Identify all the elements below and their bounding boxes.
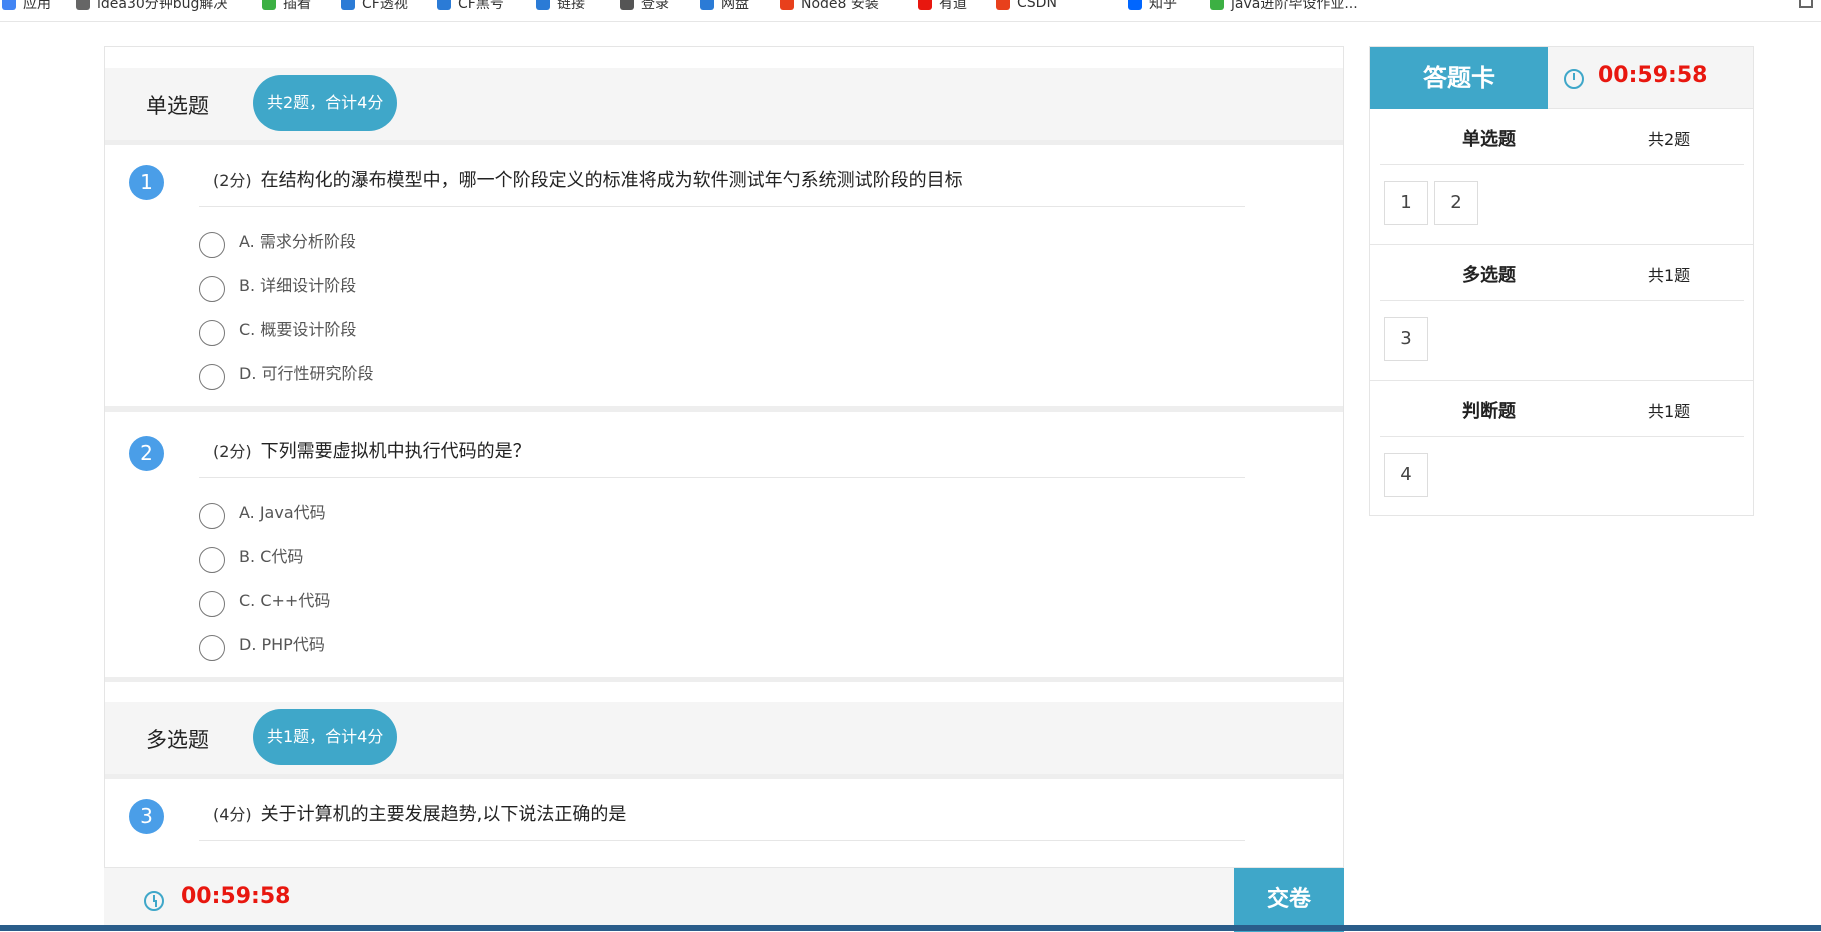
bookmark-item[interactable]: 网盘 xyxy=(700,0,749,12)
bookmark-icon xyxy=(620,0,634,10)
bookmark-icon xyxy=(780,0,794,10)
bookmarks-bar: 应用 idea30分钟bug解决 插看 CF透视 CF黑号 链接 登录 网盘 N… xyxy=(0,0,1821,22)
radio-button[interactable] xyxy=(199,591,225,617)
card-section-multiple-choice: 多选题 共1题 3 xyxy=(1370,245,1753,381)
bookmark-item[interactable]: CF黑号 xyxy=(437,0,504,12)
option-c[interactable]: C. 概要设计阶段 xyxy=(199,313,356,346)
question-score: (2分) xyxy=(213,171,252,190)
bookmark-item[interactable]: 链接 xyxy=(536,0,585,12)
apps-icon xyxy=(2,0,16,10)
option-a[interactable]: A. 需求分析阶段 xyxy=(199,225,356,258)
reading-list-icon[interactable] xyxy=(1799,0,1813,8)
section-title: 单选题 xyxy=(146,94,209,118)
question-number-badge: 3 xyxy=(129,799,164,834)
divider xyxy=(105,774,1343,779)
radio-button[interactable] xyxy=(199,364,225,390)
bookmark-item[interactable]: CSDN xyxy=(996,0,1057,12)
option-c[interactable]: C. C++代码 xyxy=(199,584,330,617)
card-section-name: 单选题 xyxy=(1462,129,1516,150)
question-text: 在结构化的瀑布模型中，哪一个阶段定义的标准将成为软件测试年勺系统测试阶段的目标 xyxy=(260,170,963,191)
bookmark-icon xyxy=(341,0,355,10)
question-jump-button[interactable]: 2 xyxy=(1434,181,1478,225)
section-summary-badge: 共2题，合计4分 xyxy=(253,75,398,131)
bookmark-item[interactable]: 有道 xyxy=(918,0,967,12)
question-number-grid: 1 2 xyxy=(1384,181,1478,225)
section-summary-badge: 共1题，合计4分 xyxy=(253,709,398,765)
radio-button[interactable] xyxy=(199,320,225,346)
card-section-count: 共2题 xyxy=(1648,130,1691,149)
bookmark-item[interactable]: idea30分钟bug解决 xyxy=(76,0,227,12)
radio-button[interactable] xyxy=(199,276,225,302)
bookmark-item[interactable]: 登录 xyxy=(620,0,669,12)
question-jump-button[interactable]: 1 xyxy=(1384,181,1428,225)
option-b[interactable]: B. C代码 xyxy=(199,540,303,573)
bookmark-icon xyxy=(700,0,714,10)
bookmark-item[interactable]: Node8 安装 xyxy=(780,0,879,12)
divider xyxy=(105,677,1343,682)
question-score: (4分) xyxy=(213,805,252,824)
card-section-header: 判断题 共1题 xyxy=(1380,381,1744,437)
question-number-badge: 2 xyxy=(129,436,164,471)
question-number-badge: 1 xyxy=(129,165,164,200)
card-section-true-false: 判断题 共1题 4 xyxy=(1370,381,1753,517)
answer-card: 答题卡 00:59:58 单选题 共2题 1 2 多选题 共1题 3 判断题 共… xyxy=(1369,46,1754,516)
card-section-header: 多选题 共1题 xyxy=(1380,245,1744,301)
card-section-name: 多选题 xyxy=(1462,265,1516,286)
option-a[interactable]: A. Java代码 xyxy=(199,496,326,529)
bookmark-item[interactable]: 插看 xyxy=(262,0,311,12)
divider xyxy=(105,406,1343,412)
countdown-timer: 00:59:58 xyxy=(181,884,291,909)
card-section-name: 判断题 xyxy=(1462,401,1516,422)
bookmark-icon xyxy=(996,0,1010,10)
radio-button[interactable] xyxy=(199,503,225,529)
bookmark-icon xyxy=(76,0,90,10)
question-score: (2分) xyxy=(213,442,252,461)
question-text: 关于计算机的主要发展趋势,以下说法正确的是 xyxy=(260,804,627,825)
section-header: 多选题 共1题，合计4分 xyxy=(105,702,1343,774)
question-jump-button[interactable]: 3 xyxy=(1384,317,1428,361)
submit-button[interactable]: 交卷 xyxy=(1234,868,1344,932)
radio-button[interactable] xyxy=(199,547,225,573)
answer-card-title: 答题卡 xyxy=(1370,47,1548,109)
os-taskbar xyxy=(0,925,1821,931)
question-number-grid: 4 xyxy=(1384,453,1428,497)
bookmark-icon xyxy=(918,0,932,10)
bookmark-icon xyxy=(437,0,451,10)
bottom-timer-bar: 00:59:58 交卷 xyxy=(104,867,1344,932)
exam-panel: 单选题 共2题，合计4分 1 (2分) 在结构化的瀑布模型中，哪一个阶段定义的标… xyxy=(104,46,1344,931)
question-jump-button[interactable]: 4 xyxy=(1384,453,1428,497)
bookmark-item[interactable]: java进阶毕设作业... xyxy=(1210,0,1358,12)
section-header: 单选题 共2题，合计4分 xyxy=(105,68,1343,140)
question-number-grid: 3 xyxy=(1384,317,1428,361)
bookmark-icon xyxy=(1210,0,1224,10)
section-title: 多选题 xyxy=(146,728,209,752)
bookmark-icon xyxy=(262,0,276,10)
option-d[interactable]: D. PHP代码 xyxy=(199,628,325,661)
clock-icon xyxy=(144,891,164,911)
bookmark-apps[interactable]: 应用 xyxy=(2,0,51,12)
question-stem: (4分) 关于计算机的主要发展趋势,以下说法正确的是 xyxy=(199,801,1245,841)
option-b[interactable]: B. 详细设计阶段 xyxy=(199,269,356,302)
radio-button[interactable] xyxy=(199,635,225,661)
clock-icon xyxy=(1564,69,1584,89)
bookmark-item[interactable]: 知乎 xyxy=(1128,0,1177,12)
bookmark-icon xyxy=(536,0,550,10)
card-section-single-choice: 单选题 共2题 1 2 xyxy=(1370,109,1753,245)
card-section-count: 共1题 xyxy=(1648,266,1691,285)
question-text: 下列需要虚拟机中执行代码的是？ xyxy=(260,441,531,462)
question-stem: (2分) 在结构化的瀑布模型中，哪一个阶段定义的标准将成为软件测试年勺系统测试阶… xyxy=(199,167,1245,207)
card-section-count: 共1题 xyxy=(1648,402,1691,421)
question-stem: (2分) 下列需要虚拟机中执行代码的是？ xyxy=(199,438,1245,478)
option-d[interactable]: D. 可行性研究阶段 xyxy=(199,357,374,390)
card-countdown-timer: 00:59:58 xyxy=(1598,63,1708,88)
radio-button[interactable] xyxy=(199,232,225,258)
card-section-header: 单选题 共2题 xyxy=(1380,109,1744,165)
bookmark-icon xyxy=(1128,0,1142,10)
divider xyxy=(105,140,1343,145)
bookmark-item[interactable]: CF透视 xyxy=(341,0,408,12)
answer-card-header: 答题卡 00:59:58 xyxy=(1370,47,1753,109)
